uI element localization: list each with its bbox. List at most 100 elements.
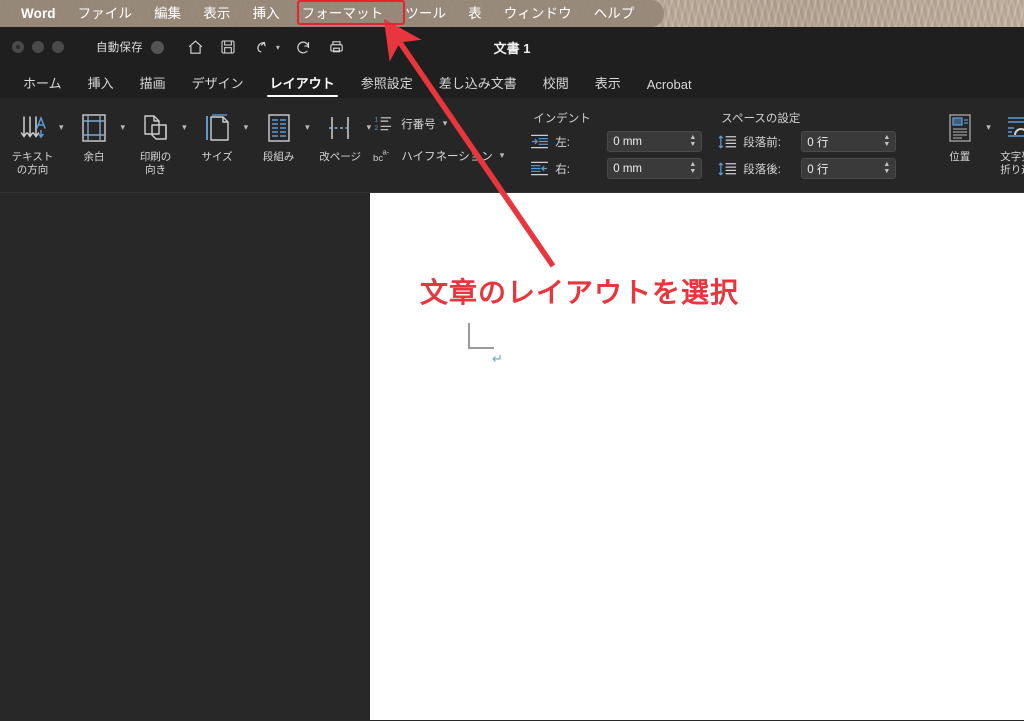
menu-item-tools[interactable]: ツール bbox=[394, 0, 457, 27]
autosave-toggle[interactable] bbox=[150, 40, 164, 54]
columns-button[interactable]: 段組み bbox=[250, 104, 307, 164]
orientation-chevron-down-icon[interactable]: ▾ bbox=[182, 104, 187, 133]
indent-group-label: インデント bbox=[533, 113, 591, 125]
space-after-spinner-arrows[interactable]: ▲ ▼ bbox=[883, 161, 890, 175]
line-numbers-button[interactable]: 1 2 行番号 ▾ bbox=[373, 110, 504, 137]
indent-left-spinner-arrows[interactable]: ▲ ▼ bbox=[689, 134, 696, 148]
wrap-text-button[interactable]: 文字列の 折り返し bbox=[993, 104, 1024, 177]
line-numbers-chevron-down-icon[interactable]: ▾ bbox=[443, 118, 448, 129]
maximize-button[interactable] bbox=[52, 41, 64, 53]
hyphenation-icon: bc a- bbox=[373, 146, 394, 166]
tab-layout[interactable]: レイアウト bbox=[257, 73, 348, 98]
window-titlebar: 自動保存 ▾ 文書 1 bbox=[0, 27, 1024, 67]
menu-item-view[interactable]: 表示 bbox=[192, 0, 241, 27]
margin-corner-mark bbox=[468, 323, 494, 349]
undo-icon[interactable] bbox=[252, 38, 271, 57]
indent-right-icon bbox=[530, 160, 549, 177]
hyphenation-chevron-down-icon[interactable]: ▾ bbox=[500, 150, 505, 161]
hyphenation-button[interactable]: bc a- ハイフネーション ▾ bbox=[373, 142, 504, 169]
menu-item-table[interactable]: 表 bbox=[457, 0, 493, 27]
ribbon-group-arrange: 位置 ▾ 文字列の 折り返し ▾ bbox=[927, 104, 1024, 192]
indent-left-label: 左: bbox=[555, 136, 570, 149]
save-icon[interactable] bbox=[219, 38, 238, 57]
tab-references[interactable]: 参照設定 bbox=[348, 73, 426, 98]
position-button[interactable]: 位置 bbox=[931, 104, 988, 164]
breaks-chevron-down-icon[interactable]: ▾ bbox=[367, 104, 372, 133]
size-chevron-down-icon[interactable]: ▾ bbox=[244, 104, 249, 133]
tab-review[interactable]: 校閲 bbox=[530, 73, 582, 98]
svg-text:2: 2 bbox=[375, 125, 379, 132]
space-before-icon bbox=[718, 133, 737, 150]
svg-text:a-: a- bbox=[383, 148, 390, 157]
text-direction-button[interactable]: テキスト の方向 bbox=[4, 104, 61, 177]
indent-left-stepper[interactable]: 0 mm ▲ ▼ bbox=[607, 131, 703, 152]
size-label: サイズ bbox=[201, 151, 233, 163]
text-direction-label: テキスト の方向 bbox=[11, 151, 54, 176]
ribbon-group-indent: インデント 左: 0 mm ▲ ▼ 右: 0 mm ▲ ▼ bbox=[526, 104, 706, 192]
hyphenation-label: ハイフネーション bbox=[401, 150, 493, 163]
menu-item-help[interactable]: ヘルプ bbox=[583, 0, 646, 27]
space-before-row: 段落前: 0 行 ▲ ▼ bbox=[718, 131, 897, 152]
margins-button[interactable]: 余白 bbox=[66, 104, 123, 164]
home-icon[interactable] bbox=[186, 38, 205, 57]
size-button[interactable]: サイズ bbox=[189, 104, 246, 164]
paragraph-mark: ↵ bbox=[492, 351, 503, 366]
indent-left-value: 0 mm bbox=[613, 135, 643, 148]
space-after-row: 段落後: 0 行 ▲ ▼ bbox=[718, 158, 897, 179]
margins-icon bbox=[79, 106, 109, 150]
autosave-label: 自動保存 bbox=[96, 42, 143, 54]
position-label: 位置 bbox=[949, 151, 971, 163]
tab-acrobat[interactable]: Acrobat bbox=[634, 77, 705, 98]
tab-design[interactable]: デザイン bbox=[179, 73, 257, 98]
indent-left-row: 左: 0 mm ▲ ▼ bbox=[530, 131, 703, 152]
line-numbers-icon: 1 2 bbox=[373, 114, 394, 134]
menu-item-edit[interactable]: 編集 bbox=[143, 0, 192, 27]
wrap-text-label: 文字列の 折り返し bbox=[1000, 151, 1024, 176]
space-before-spinner-arrows[interactable]: ▲ ▼ bbox=[883, 134, 890, 148]
menu-item-word[interactable]: Word bbox=[10, 0, 67, 27]
wrap-text-icon bbox=[1005, 106, 1024, 150]
breaks-icon bbox=[325, 106, 355, 150]
minimize-button[interactable] bbox=[32, 41, 44, 53]
breaks-button[interactable]: 改ページ bbox=[312, 104, 369, 164]
orientation-button[interactable]: 印刷の 向き bbox=[127, 104, 184, 177]
space-before-label: 段落前: bbox=[743, 136, 781, 149]
text-direction-icon bbox=[17, 106, 49, 150]
spacing-group-label: スペースの設定 bbox=[721, 113, 801, 125]
space-before-stepper[interactable]: 0 行 ▲ ▼ bbox=[801, 131, 897, 152]
menu-item-window[interactable]: ウィンドウ bbox=[493, 0, 583, 27]
tab-view[interactable]: 表示 bbox=[582, 73, 634, 98]
indent-right-stepper[interactable]: 0 mm ▲ ▼ bbox=[607, 158, 703, 179]
window-controls bbox=[12, 41, 64, 53]
columns-icon bbox=[265, 106, 293, 150]
margins-chevron-down-icon[interactable]: ▾ bbox=[121, 104, 126, 133]
space-after-value: 0 行 bbox=[807, 163, 829, 176]
ribbon-small-commands: 1 2 行番号 ▾ bc a- ハイフネーション ▾ bbox=[373, 104, 504, 169]
menu-item-file[interactable]: ファイル bbox=[67, 0, 143, 27]
position-chevron-down-icon[interactable]: ▾ bbox=[986, 104, 991, 133]
indent-right-row: 右: 0 mm ▲ ▼ bbox=[530, 158, 703, 179]
space-after-icon bbox=[718, 160, 737, 177]
macos-menubar: Word ファイル 編集 表示 挿入 フォーマット ツール 表 ウィンドウ ヘル… bbox=[0, 0, 1024, 27]
document-page[interactable]: 文章のレイアウトを選択 ↵ bbox=[370, 193, 1024, 720]
menu-item-insert[interactable]: 挿入 bbox=[241, 0, 290, 27]
indent-right-value: 0 mm bbox=[613, 162, 643, 175]
space-after-stepper[interactable]: 0 行 ▲ ▼ bbox=[801, 158, 897, 179]
print-icon[interactable] bbox=[327, 38, 346, 57]
menu-item-format[interactable]: フォーマット bbox=[291, 0, 395, 27]
tab-mailings[interactable]: 差し込み文書 bbox=[426, 73, 530, 98]
undo-chevron-down-icon[interactable]: ▾ bbox=[276, 43, 280, 52]
indent-left-icon bbox=[530, 133, 549, 150]
close-button[interactable] bbox=[12, 41, 24, 53]
columns-label: 段組み bbox=[262, 151, 295, 163]
redo-icon[interactable] bbox=[294, 38, 313, 57]
orientation-icon bbox=[140, 106, 172, 150]
tab-home[interactable]: ホーム bbox=[10, 73, 75, 98]
tab-draw[interactable]: 描画 bbox=[127, 73, 179, 98]
tab-insert[interactable]: 挿入 bbox=[75, 73, 127, 98]
size-icon bbox=[202, 106, 232, 150]
columns-chevron-down-icon[interactable]: ▾ bbox=[305, 104, 310, 133]
space-after-label: 段落後: bbox=[743, 163, 781, 176]
text-direction-chevron-down-icon[interactable]: ▾ bbox=[59, 104, 64, 133]
indent-right-spinner-arrows[interactable]: ▲ ▼ bbox=[689, 161, 696, 175]
